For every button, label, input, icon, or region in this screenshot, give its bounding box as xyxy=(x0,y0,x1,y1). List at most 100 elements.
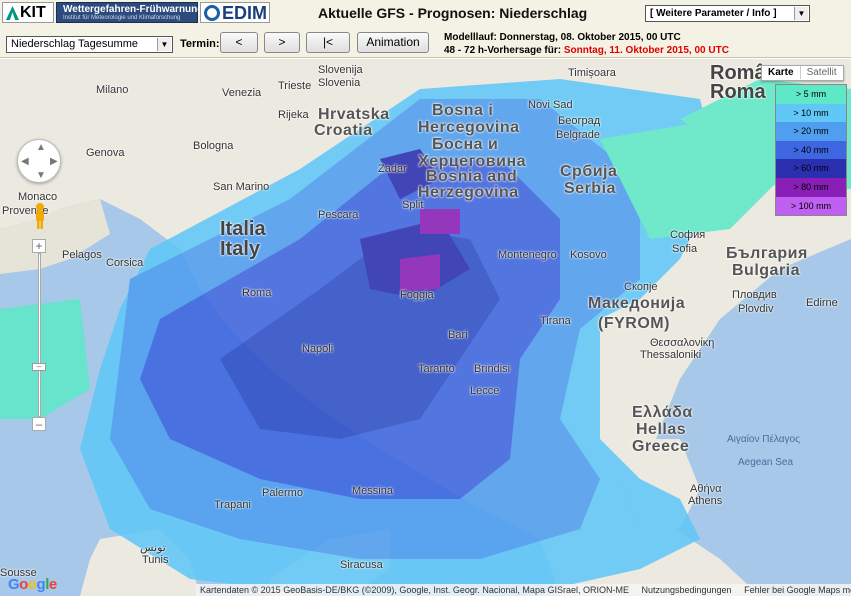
precipitation-legend: > 5 mm > 10 mm > 20 mm > 40 mm > 60 mm > 80 m… xyxy=(775,84,847,217)
precipitation-type-value: Niederschlag Tagesumme xyxy=(11,38,138,50)
map-label-tirana: Tirana xyxy=(540,315,571,327)
map-label-serbia-2: Serbia xyxy=(564,180,616,197)
legend-item: > 80 mm xyxy=(776,177,846,197)
map-footer: Kartendaten © 2015 GeoBasis-DE/BKG (©200… xyxy=(196,584,851,596)
map-label-greece-3: Greece xyxy=(632,438,690,455)
terms-link[interactable]: Nutzungsbedingungen xyxy=(641,585,731,595)
google-logo[interactable]: Google xyxy=(8,576,57,593)
pan-down-icon[interactable]: ▼ xyxy=(36,170,46,181)
map-label-rijeka: Rijeka xyxy=(278,109,309,121)
map-label-slovenia: Slovenija xyxy=(318,64,363,76)
wettergefahren-logo-subtitle: Institut für Meteorologie und Klimaforsc… xyxy=(63,15,181,21)
legend-item: > 10 mm xyxy=(776,103,846,123)
parameter-select-value: [ Weitere Parameter / Info ] xyxy=(650,8,777,19)
kit-logo[interactable]: KIT xyxy=(2,2,54,23)
map-label-bulgaria-1: България xyxy=(726,245,808,262)
map-label-greece-1: Ελλάδα xyxy=(632,404,693,421)
edim-logo-icon xyxy=(204,5,220,21)
map-label-greece-2: Hellas xyxy=(636,421,687,438)
page-title: Aktuelle GFS - Prognosen: Niederschlag xyxy=(318,5,588,21)
map-label-pescara: Pescara xyxy=(318,209,359,221)
map-label-bosnia-3: Босна и xyxy=(432,136,499,153)
map-label-serbia-1: Србија xyxy=(560,163,618,180)
edim-logo-text: EDIM xyxy=(222,3,267,23)
map-label-athens-gr: Αθήνα xyxy=(690,483,722,495)
map-label-pelagos: Pelagos xyxy=(62,249,102,261)
map-type-toggle: Karte Satellit xyxy=(761,65,844,81)
pan-right-icon[interactable]: ▶ xyxy=(50,156,58,167)
kit-logo-icon xyxy=(6,6,19,20)
map-label-trapani: Trapani xyxy=(214,499,251,511)
map-label-romania-2: Roma xyxy=(710,81,766,103)
chevron-down-icon[interactable]: ▼ xyxy=(157,38,171,51)
map-label-fyrom: (FYROM) xyxy=(598,315,670,332)
pan-up-icon[interactable]: ▲ xyxy=(36,142,46,153)
map-label-aegean-2: Aegean Sea xyxy=(738,457,794,468)
map-label-macedonia: Македонија xyxy=(588,295,686,312)
forecast-line: 48 - 72 h-Vorhersage für: Sonntag, 11. O… xyxy=(444,44,729,57)
forecast-prefix: 48 - 72 h-Vorhersage für: xyxy=(444,45,562,56)
map-label-belgrade: Belgrade xyxy=(556,129,601,141)
map-label-roma: Roma xyxy=(242,287,272,299)
map-label-thessaloniki-2: Thessaloniki xyxy=(640,349,702,361)
map-label-thessaloniki: Θεσσαλονίκη xyxy=(650,337,715,349)
legend-item: > 5 mm xyxy=(776,85,846,104)
map-label-brindisi: Brindisi xyxy=(474,363,511,375)
map-label-tunis: Tunis xyxy=(142,554,169,566)
map-label-san-marino: San Marino xyxy=(213,181,270,193)
map-label-aegean-1: Αιγαίον Πέλαγος xyxy=(727,434,800,445)
forecast-date: Sonntag, 11. Oktober 2015, 00 UTC xyxy=(563,45,729,56)
map-label-palermo: Palermo xyxy=(262,487,303,499)
zoom-out-button[interactable]: – xyxy=(32,417,46,431)
legend-item: > 100 mm xyxy=(776,196,846,216)
first-button[interactable]: |< xyxy=(306,32,350,53)
map-label-bulgaria-2: Bulgaria xyxy=(732,262,801,279)
map-label-bari: Bari xyxy=(448,329,468,341)
map-label-messina: Messina xyxy=(352,485,393,497)
report-error-link[interactable]: Fehler bei Google Maps melden xyxy=(744,585,851,595)
zoom-in-button[interactable]: + xyxy=(32,239,46,253)
previous-button[interactable]: < xyxy=(220,32,258,53)
map-label-italy-2: Italy xyxy=(220,238,261,260)
map-label-athens: Athens xyxy=(688,495,723,507)
parameter-select[interactable]: [ Weitere Parameter / Info ] ▼ xyxy=(645,5,810,22)
map-label-tunis-ar: تونس xyxy=(140,542,166,554)
header: KIT Wettergefahren-Frühwarnung Institut … xyxy=(0,0,851,58)
map-basemap xyxy=(0,59,851,596)
run-info: Modelllauf: Donnerstag, 08. Oktober 2015… xyxy=(444,31,729,57)
map-label-foggia: Foggia xyxy=(400,289,434,301)
map-label-bosnia-2: Hercegovina xyxy=(418,119,520,136)
attribution-text: Kartendaten © 2015 GeoBasis-DE/BKG (©200… xyxy=(200,585,629,595)
map-label-split: Split xyxy=(402,199,424,211)
pan-left-icon[interactable]: ◀ xyxy=(21,156,29,167)
map-label-genova: Genova xyxy=(86,147,125,159)
chevron-down-icon[interactable]: ▼ xyxy=(794,7,808,20)
model-run-text: Modelllauf: Donnerstag, 08. Oktober 2015… xyxy=(444,32,681,43)
legend-item: > 40 mm xyxy=(776,140,846,160)
map-label-plovdiv-2: Plovdiv xyxy=(738,303,774,315)
map-label-bosnia-6: Herzegovina xyxy=(418,184,519,201)
next-button[interactable]: > xyxy=(264,32,300,53)
map-canvas[interactable]: Româ Roma Slovenija Slovenia Hrvatska Cr… xyxy=(0,59,851,596)
map-label-skopje: Скопје xyxy=(624,281,658,293)
map-label-taranto: Taranto xyxy=(418,363,455,375)
kit-logo-text: KIT xyxy=(20,4,46,21)
pan-control[interactable]: ▲ ▼ ◀ ▶ xyxy=(17,139,61,183)
map-label-timisoara: Timișoara xyxy=(568,67,616,79)
animation-button[interactable]: Animation xyxy=(357,32,429,53)
map-type-satellit[interactable]: Satellit xyxy=(801,66,843,79)
precipitation-type-select[interactable]: Niederschlag Tagesumme ▼ xyxy=(6,36,173,53)
map-type-karte[interactable]: Karte xyxy=(762,66,801,79)
edim-logo[interactable]: EDIM xyxy=(200,2,270,23)
map-label-corsica: Corsica xyxy=(106,257,144,269)
wettergefahren-logo[interactable]: Wettergefahren-Frühwarnung Institut für … xyxy=(56,2,203,23)
legend-item: > 20 mm xyxy=(776,122,846,141)
zoom-slider-track[interactable] xyxy=(38,253,41,417)
wettergefahren-logo-title: Wettergefahren-Frühwarnung xyxy=(63,4,204,15)
zoom-slider-handle[interactable]: – xyxy=(32,363,46,371)
map-label-venezia: Venezia xyxy=(222,87,262,99)
pegman-icon[interactable] xyxy=(33,202,47,230)
map-label-zadar: Zadar xyxy=(378,163,407,175)
map-label-sofia-2: Sofia xyxy=(672,243,698,255)
map-label-montenegro: Montenegro xyxy=(498,249,557,261)
